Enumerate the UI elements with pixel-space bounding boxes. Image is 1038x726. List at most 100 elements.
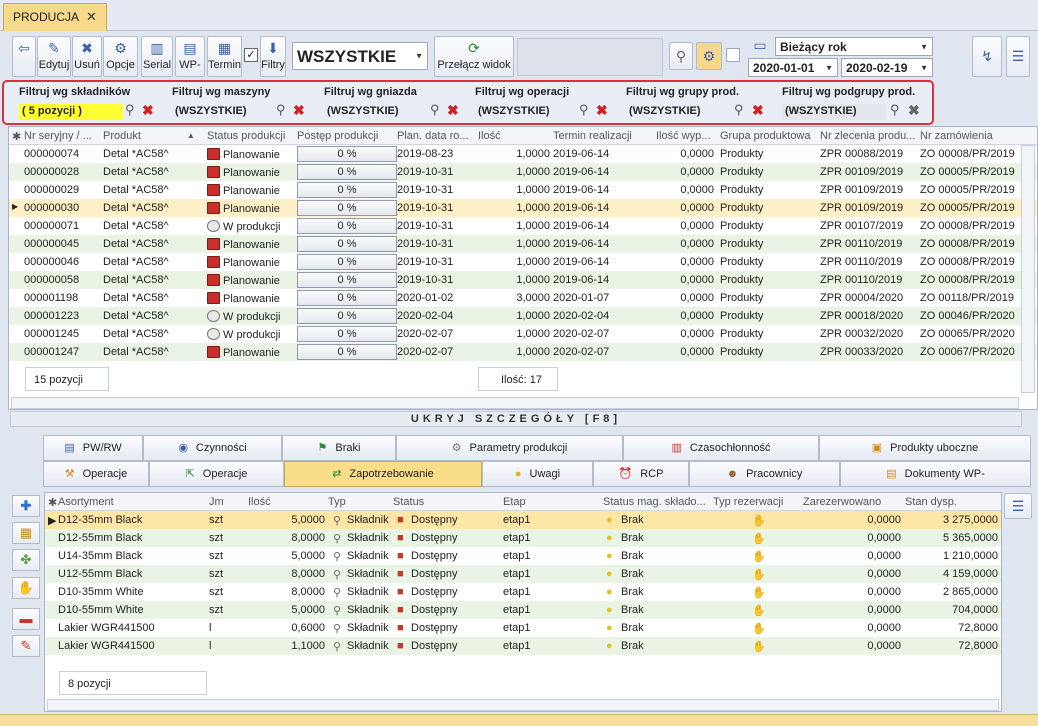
col-product-group[interactable]: Grupa produktowa <box>720 130 811 142</box>
tab-requirements[interactable]: ⇄ Zapotrzebowanie <box>284 461 482 487</box>
close-icon[interactable]: ✕ <box>86 9 97 25</box>
col-sales-order[interactable]: Nr zamówienia <box>920 130 993 142</box>
horizontal-scrollbar[interactable] <box>11 397 1019 409</box>
search-button[interactable]: ⚲ <box>669 42 693 70</box>
tab-activities[interactable]: ◉ Czynności <box>143 435 282 461</box>
col-progress[interactable]: Postęp produkcji <box>297 130 378 142</box>
tab-produkcja[interactable]: PRODUCJA ✕ <box>3 3 107 31</box>
col-deadline[interactable]: Termin realizacji <box>553 130 632 142</box>
switch-view-button[interactable]: ⟳ Przełącz widok <box>434 36 514 77</box>
table-row[interactable]: 000000028 Detal *AC58^ Planowanie 0 % 2019-1… <box>9 163 1037 181</box>
col-quantity[interactable]: Ilość <box>478 130 501 142</box>
column-chooser-button[interactable]: ☰ <box>1004 493 1032 519</box>
col-available[interactable]: Stan dysp. <box>905 496 957 508</box>
table-row[interactable]: 000000029 Detal *AC58^ Planowanie 0 % 2019-1… <box>9 181 1037 199</box>
filter-checkbox[interactable]: ✓ <box>244 48 258 62</box>
tab-operations-1[interactable]: ⚒ Operacje <box>43 461 149 487</box>
col-warehouse-status[interactable]: Status mag. składo... <box>603 496 706 508</box>
detail-horizontal-scrollbar[interactable] <box>47 699 999 711</box>
period-select[interactable]: Bieżący rok ▼ <box>775 37 933 56</box>
back-button[interactable]: ⇦ <box>12 36 36 77</box>
edit-list-button[interactable]: ✎ <box>12 635 40 657</box>
clear-icon[interactable]: ✖ <box>447 102 459 119</box>
search-icon[interactable]: ⚲ <box>125 102 135 118</box>
search-icon[interactable]: ⚲ <box>734 102 744 118</box>
edit-button[interactable]: ✎ Edytuj <box>37 36 71 77</box>
table-row[interactable]: 000001247 Detal *AC58^ Planowanie 0 % 2020-0… <box>9 343 1037 361</box>
table-row[interactable]: 000000045 Detal *AC58^ Planowanie 0 % 2019-1… <box>9 235 1037 253</box>
search-icon[interactable]: ⚲ <box>276 102 286 118</box>
tab-rcp[interactable]: ⏰ RCP <box>593 461 689 487</box>
table-row[interactable]: 000000058 Detal *AC58^ Planowanie 0 % 2019-1… <box>9 271 1037 289</box>
list-item[interactable]: Lakier WGR441500 l 1,1000 ⚲ Składnik ■ Dostępn… <box>45 637 1001 655</box>
col-product[interactable]: Produkt <box>103 130 141 142</box>
table-row[interactable]: 000001245 Detal *AC58^ W produkcji 0 % 2020-… <box>9 325 1037 343</box>
list-item[interactable]: D10-35mm White szt 8,0000 ⚲ Składnik ■ Dostępn… <box>45 583 1001 601</box>
list-item[interactable]: U14-35mm Black szt 5,0000 ⚲ Składnik ■ Dostępn… <box>45 547 1001 565</box>
filter-components-value[interactable]: ( 5 pozycji ) <box>19 104 123 120</box>
delete-button[interactable]: ✖ Usuń <box>72 36 102 77</box>
tab-defects[interactable]: ⚑ Braki <box>282 435 396 461</box>
table-row[interactable]: 000000046 Detal *AC58^ Planowanie 0 % 2019-1… <box>9 253 1037 271</box>
col-serial[interactable]: Nr seryjny / ... <box>24 130 92 142</box>
filter-product-group-value[interactable]: (WSZYSTKIE) <box>626 104 704 120</box>
reserve-button[interactable]: ✋ <box>12 577 40 599</box>
col-qty[interactable]: Ilość <box>248 496 271 508</box>
col-reservation-type[interactable]: Typ rezerwacji <box>713 496 783 508</box>
date-from-input[interactable]: 2020-01-01 ▼ <box>748 58 838 77</box>
filter-socket-value[interactable]: (WSZYSTKIE) <box>324 104 402 120</box>
refresh-button[interactable]: ↯ <box>972 36 1002 77</box>
truck-button[interactable]: ▬ <box>12 608 40 630</box>
filters-button[interactable]: ⬇ Filtry <box>260 36 286 77</box>
filter-product-subgroup-value[interactable]: (WSZYSTKIE) <box>782 104 886 120</box>
col-assortment[interactable]: Asortyment <box>58 496 114 508</box>
hide-details-button[interactable]: UKRYJ SZCZEGÓŁY [F8] <box>10 411 1022 427</box>
clear-icon[interactable]: ✖ <box>908 102 920 119</box>
table-row[interactable]: 000000074 Detal *AC58^ Planowanie 0 % 2019-0… <box>9 145 1037 163</box>
filter-operation-value[interactable]: (WSZYSTKIE) <box>475 104 553 120</box>
col-order-number[interactable]: Nr zlecenia produ... <box>820 130 915 142</box>
serial-button[interactable]: ▥ Serial <box>141 36 173 77</box>
options-button[interactable]: ⚙ Opcje <box>103 36 138 77</box>
list-item[interactable]: U12-55mm Black szt 8,0000 ⚲ Składnik ■ Dostępn… <box>45 565 1001 583</box>
wp-button[interactable]: ▤ WP- <box>175 36 205 77</box>
table-row[interactable]: 000001223 Detal *AC58^ W produkcji 0 % 2020-… <box>9 307 1037 325</box>
col-type[interactable]: Typ <box>328 496 346 508</box>
search-icon[interactable]: ⚲ <box>579 102 589 118</box>
col-reserved[interactable]: Zarezerwowano <box>803 496 881 508</box>
col-status[interactable]: Status produkcji <box>207 130 285 142</box>
col-stage[interactable]: Etap <box>503 496 526 508</box>
vertical-scrollbar[interactable] <box>1021 145 1035 393</box>
tab-operations-2[interactable]: ⇱ Operacje <box>149 461 284 487</box>
table-row[interactable]: 000000071 Detal *AC58^ W produkcji 0 % 2019-… <box>9 217 1037 235</box>
deadline-button[interactable]: ▦ Termin <box>207 36 242 77</box>
table-row[interactable]: ▶ 000000030 Detal *AC58^ Planowanie 0 % 2019-… <box>9 199 1037 217</box>
clear-icon[interactable]: ✖ <box>596 102 608 119</box>
clear-icon[interactable]: ✖ <box>293 102 305 119</box>
list-item[interactable]: D10-55mm White szt 5,0000 ⚲ Składnik ■ Dostępn… <box>45 601 1001 619</box>
tab-wp-documents[interactable]: ▤ Dokumenty WP- <box>840 461 1031 487</box>
grid-button[interactable]: ▦ <box>12 522 40 544</box>
clear-icon[interactable]: ✖ <box>752 102 764 119</box>
status-filter-select[interactable]: WSZYSTKIE ▼ <box>292 42 428 70</box>
list-item[interactable]: D12-55mm Black szt 8,0000 ⚲ Składnik ■ Dostępn… <box>45 529 1001 547</box>
tab-notes[interactable]: ● Uwagi <box>482 461 593 487</box>
col-status[interactable]: Status <box>393 496 424 508</box>
tab-workers[interactable]: ☻ Pracownicy <box>689 461 840 487</box>
filter-machine-value[interactable]: (WSZYSTKIE) <box>172 104 250 120</box>
tab-labor-intensity[interactable]: ▥ Czasochłonność <box>623 435 819 461</box>
table-row[interactable]: 000001198 Detal *AC58^ Planowanie 0 % 2020-0… <box>9 289 1037 307</box>
col-qty-released[interactable]: Ilość wyp... <box>656 130 710 142</box>
list-view-button[interactable]: ☰ <box>1006 36 1030 77</box>
settings-toggle[interactable]: ⚙ <box>696 42 722 70</box>
search-icon[interactable]: ⚲ <box>430 102 440 118</box>
period-checkbox[interactable] <box>726 48 740 62</box>
tab-production-params[interactable]: ⚙ Parametry produkcji <box>396 435 623 461</box>
date-to-input[interactable]: 2020-02-19 ▼ <box>841 58 933 77</box>
tab-byproducts[interactable]: ▣ Produkty uboczne <box>819 435 1031 461</box>
col-unit[interactable]: Jm <box>209 496 224 508</box>
add-button[interactable]: ✚ <box>12 495 40 517</box>
puzzle-button[interactable]: ✤ <box>12 549 40 571</box>
col-plan-date[interactable]: Plan. data ro... <box>397 130 469 142</box>
clear-icon[interactable]: ✖ <box>142 102 154 119</box>
